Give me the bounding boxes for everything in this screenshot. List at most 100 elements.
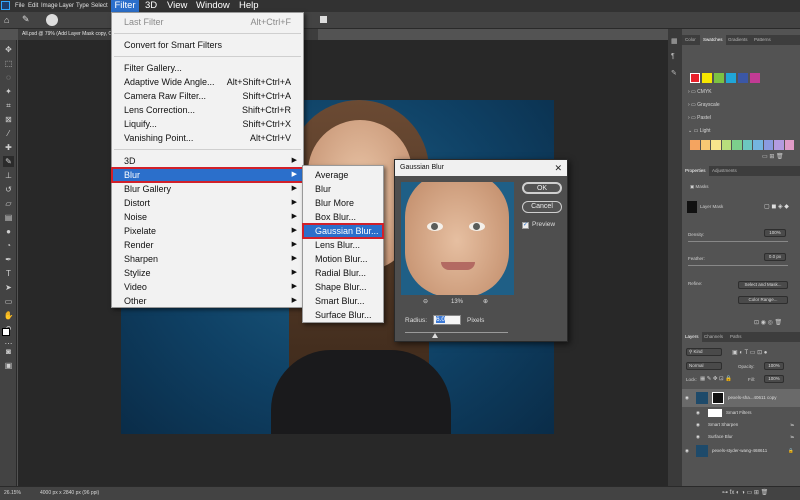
menu-filter[interactable]: Filter xyxy=(111,0,139,12)
menu-3d[interactable]: 3D xyxy=(145,0,157,12)
brush-tool-icon[interactable]: ✎ xyxy=(3,156,14,167)
swatch-light-3[interactable] xyxy=(711,140,721,150)
preview-image[interactable] xyxy=(401,182,514,295)
opacity-value[interactable]: 100% xyxy=(764,362,784,370)
smart-filters-row[interactable]: ◉ Smart Filters xyxy=(682,407,800,419)
density-slider[interactable] xyxy=(688,241,788,242)
layer-mask-thumbnail[interactable] xyxy=(687,201,697,213)
screen-mode-icon[interactable]: ▣ xyxy=(3,360,14,371)
swatch-light-6[interactable] xyxy=(742,140,752,150)
radius-slider-thumb[interactable] xyxy=(432,333,438,338)
folder-pastel[interactable]: › ▭ Pastel xyxy=(688,115,711,121)
submenu-item-lens-blur[interactable]: Lens Blur... xyxy=(303,238,383,252)
pen-tool-icon[interactable]: ✒ xyxy=(3,254,14,265)
dodge-tool-icon[interactable]: ◔ xyxy=(3,240,14,251)
fill-value[interactable]: 100% xyxy=(764,375,784,383)
ok-button[interactable]: OK xyxy=(522,182,562,194)
path-selection-icon[interactable]: ➤ xyxy=(3,282,14,293)
folder-light[interactable]: ⌄ ▭ Light xyxy=(688,128,711,134)
swatch-blue[interactable] xyxy=(738,73,748,83)
layer-actions-icons[interactable]: ⊶ fx ◐ ◑ ▭ ⊞ 🗑 xyxy=(722,489,768,496)
brush-tool-icon[interactable]: ✎ xyxy=(22,14,36,26)
tab-layers[interactable]: Layers xyxy=(682,332,702,342)
menu-select[interactable]: Select xyxy=(91,0,108,12)
swatch-light-2[interactable] xyxy=(700,140,710,150)
swatch-green[interactable] xyxy=(714,73,724,83)
shape-tool-icon[interactable]: ▭ xyxy=(3,296,14,307)
gradient-tool-icon[interactable]: ▤ xyxy=(3,212,14,223)
submenu-item-shape-blur[interactable]: Shape Blur... xyxy=(303,280,383,294)
submenu-item-motion-blur[interactable]: Motion Blur... xyxy=(303,252,383,266)
swatch-light-7[interactable] xyxy=(753,140,763,150)
paragraph-panel-icon[interactable]: ¶ xyxy=(671,53,675,60)
hand-tool-icon[interactable]: ✋ xyxy=(3,310,14,321)
tab-channels[interactable]: Channels xyxy=(704,332,723,342)
radius-input[interactable]: 6.0 xyxy=(433,315,461,325)
visibility-eye-icon[interactable]: ◉ xyxy=(685,389,689,407)
layer-row-base[interactable]: ◉ pexels-styder-wang-468611 🔒 xyxy=(682,443,800,459)
visibility-eye-icon[interactable]: ◉ xyxy=(696,431,700,443)
filter-options-icon[interactable]: ≒ xyxy=(790,431,794,443)
history-brush-icon[interactable]: ↺ xyxy=(3,184,14,195)
menu-item-stylize[interactable]: Stylize ▶ xyxy=(112,266,303,280)
folder-grayscale[interactable]: › ▭ Grayscale xyxy=(688,102,720,108)
swatch-cyan[interactable] xyxy=(726,73,736,83)
menu-item-blur[interactable]: Blur ▶ xyxy=(111,167,304,183)
visibility-eye-icon[interactable]: ◉ xyxy=(696,419,700,431)
swatch-light-4[interactable] xyxy=(721,140,731,150)
menu-item-camera-raw[interactable]: Camera Raw Filter... Shift+Ctrl+A xyxy=(112,89,303,103)
cancel-button[interactable]: Cancel xyxy=(522,201,562,213)
new-swatch-icon[interactable]: ▭ ⊞ 🗑 xyxy=(762,153,784,160)
menu-type[interactable]: Type xyxy=(76,0,89,12)
feather-slider[interactable] xyxy=(688,265,788,266)
menu-item-last-filter[interactable]: Last Filter Alt+Ctrl+F xyxy=(112,15,303,29)
swatch-light-5[interactable] xyxy=(732,140,742,150)
density-value[interactable]: 100% xyxy=(764,229,786,237)
eyedropper-icon[interactable]: ⁄ xyxy=(3,128,14,139)
swatch-yellow[interactable] xyxy=(702,73,712,83)
menu-item-other[interactable]: Other ▶ xyxy=(112,294,303,308)
menu-image[interactable]: Image xyxy=(41,0,58,12)
quick-mask-icon[interactable]: ◙ xyxy=(3,346,14,357)
history-panel-icon[interactable]: ▦ xyxy=(671,37,678,45)
menu-item-noise[interactable]: Noise ▶ xyxy=(112,210,303,224)
submenu-item-gaussian-blur[interactable]: Gaussian Blur... xyxy=(302,223,384,239)
clone-stamp-icon[interactable]: ⊥ xyxy=(3,170,14,181)
ps-logo[interactable] xyxy=(1,0,12,12)
swatch-light-10[interactable] xyxy=(784,140,794,150)
healing-brush-icon[interactable]: ✚ xyxy=(3,142,14,153)
layer-row-copy[interactable]: ◉ pexels-sha...40611 copy xyxy=(682,389,800,407)
tab-gradients[interactable]: Gradients xyxy=(728,35,748,45)
lock-icons[interactable]: ▦ ✎ ✥ ⊡ 🔒 xyxy=(700,376,732,382)
menu-view[interactable]: View xyxy=(167,0,187,12)
swatch-red[interactable] xyxy=(690,73,700,83)
type-tool-icon[interactable]: T xyxy=(3,268,14,279)
kind-filter-dropdown[interactable]: ⚲ Kind xyxy=(686,348,722,356)
zoom-in-icon[interactable]: ⊕ xyxy=(483,298,488,305)
tab-swatches[interactable]: Swatches xyxy=(700,35,726,45)
submenu-item-radial-blur[interactable]: Radial Blur... xyxy=(303,266,383,280)
menu-help[interactable]: Help xyxy=(239,0,259,12)
close-icon[interactable]: ✕ xyxy=(554,160,562,176)
color-range-button[interactable]: Color Range... xyxy=(738,296,788,304)
menu-item-pixelate[interactable]: Pixelate ▶ xyxy=(112,224,303,238)
visibility-eye-icon[interactable]: ◉ xyxy=(696,407,700,419)
menu-item-convert-smart-filters[interactable]: Convert for Smart Filters xyxy=(112,38,303,52)
surface-blur-row[interactable]: ◉ Surface Blur ≒ xyxy=(682,431,800,443)
submenu-item-surface-blur[interactable]: Surface Blur... xyxy=(303,308,383,322)
feather-value[interactable]: 0.0 px xyxy=(764,253,786,261)
menu-item-render[interactable]: Render ▶ xyxy=(112,238,303,252)
blend-mode-dropdown[interactable]: Normal xyxy=(686,362,722,370)
menu-item-3d[interactable]: 3D ▶ xyxy=(112,154,303,168)
menu-item-blur-gallery[interactable]: Blur Gallery ▶ xyxy=(112,182,303,196)
frame-tool-icon[interactable]: ⊠ xyxy=(3,114,14,125)
blur-tool-icon[interactable]: ● xyxy=(3,226,14,237)
swatch-light-9[interactable] xyxy=(774,140,784,150)
select-and-mask-button[interactable]: Select and Mask... xyxy=(738,281,788,289)
eraser-tool-icon[interactable]: ▱ xyxy=(3,198,14,209)
submenu-item-box-blur[interactable]: Box Blur... xyxy=(303,210,383,224)
mask-options-icon[interactable]: ▢ ◼ ◈ ◆ xyxy=(764,203,789,210)
submenu-item-blur[interactable]: Blur xyxy=(303,182,383,196)
swatch-magenta[interactable] xyxy=(750,73,760,83)
submenu-item-blur-more[interactable]: Blur More xyxy=(303,196,383,210)
